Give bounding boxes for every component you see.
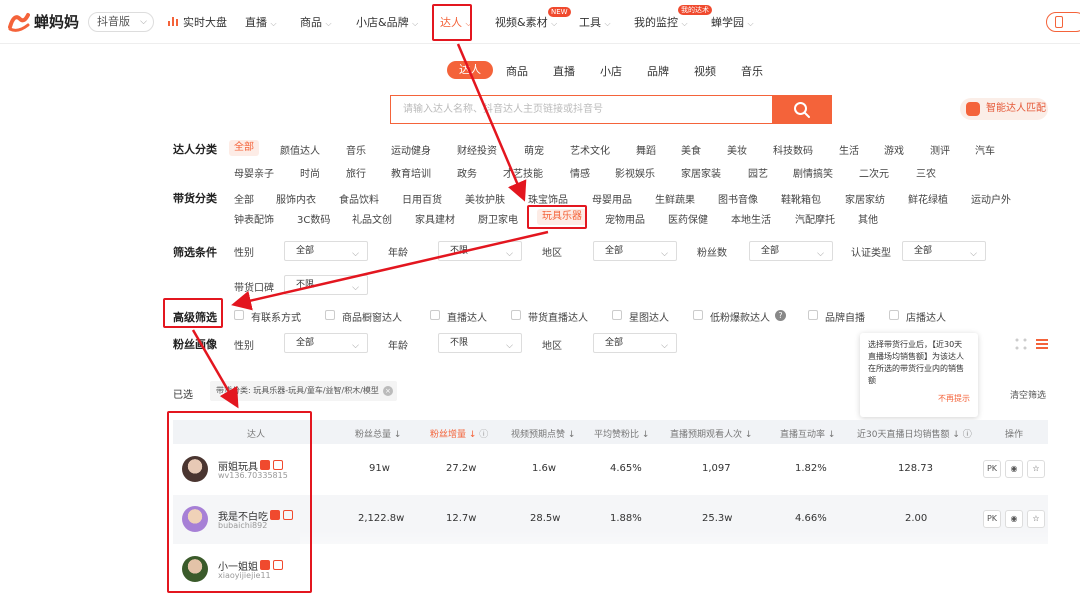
- arrow-line: [231, 230, 549, 311]
- arrow-line: [456, 43, 527, 202]
- annotation-arrows: [191, 43, 549, 409]
- arrow-line: [191, 329, 239, 409]
